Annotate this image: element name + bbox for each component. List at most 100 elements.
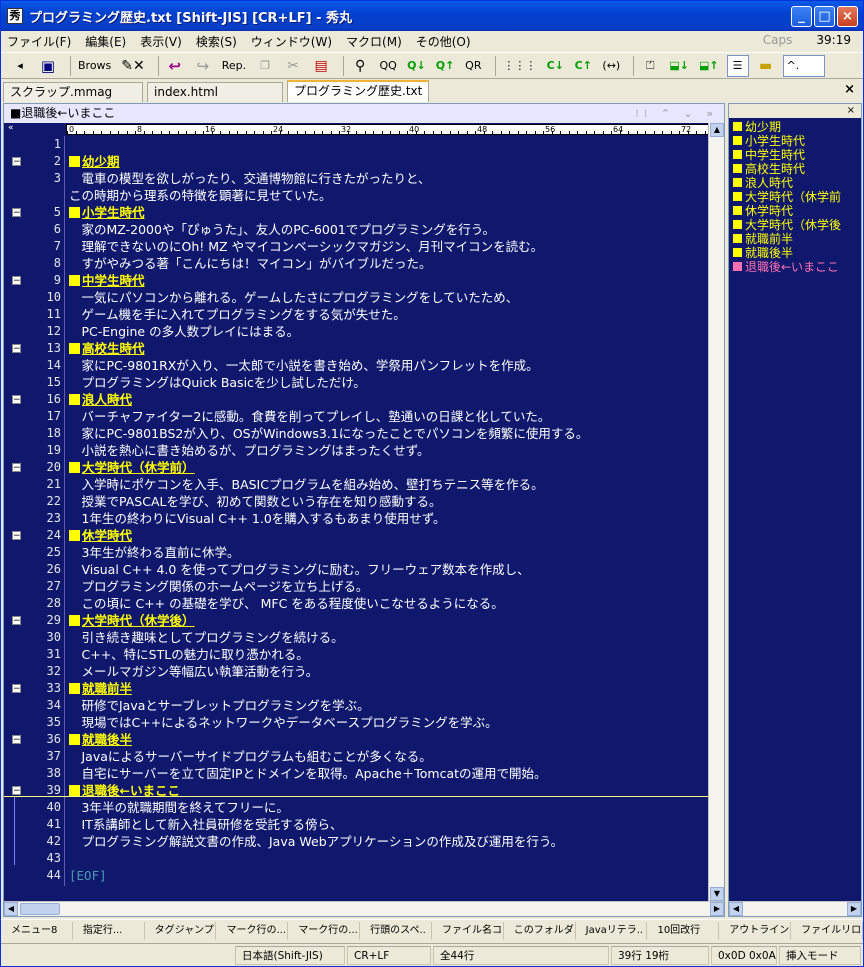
text-line[interactable]: 30 引き続き趣味としてプログラミングを続ける。 bbox=[4, 629, 708, 646]
text-line[interactable]: −29 大学時代（休学後） bbox=[4, 612, 708, 629]
text-line[interactable]: 11 ゲーム機を手に入れてプログラミングをする気が失せた。 bbox=[4, 306, 708, 323]
fkey-12[interactable]: ファイルリロード bbox=[791, 921, 863, 940]
fkey-5[interactable]: マーク行の... bbox=[288, 921, 361, 940]
text-line[interactable]: 7 理解できないのにOh! MZ やマイコンベーシックマガジン、月刊マイコンを読… bbox=[4, 238, 708, 255]
bracket-jump-icon[interactable]: (↔) bbox=[600, 55, 622, 77]
paste-icon[interactable]: ▤ bbox=[310, 55, 332, 77]
outline-item[interactable]: 中学生時代 bbox=[733, 148, 805, 162]
scroll-down-icon[interactable]: ▼ bbox=[710, 887, 724, 901]
menu-item-3[interactable]: 検索(S) bbox=[196, 33, 237, 50]
outline-icon[interactable]: ☰ bbox=[726, 54, 749, 77]
close-button[interactable]: × bbox=[837, 6, 858, 27]
text-line[interactable]: 18 家にPC-9801BS2が入り、OSがWindows3.1になったことでパ… bbox=[4, 425, 708, 442]
text-line[interactable]: 23 1年生の終わりにVisual C++ 1.0を購入するもあまり使用せず。 bbox=[4, 510, 708, 527]
text-line[interactable]: 8 すがやみつる著「こんにちは！マイコン」がバイブルだった。 bbox=[4, 255, 708, 272]
copy-icon[interactable]: ❐ bbox=[254, 55, 276, 77]
search-up-icon[interactable]: Q↑ bbox=[434, 55, 457, 77]
text-line[interactable]: 10 一気にパソコンから離れる。ゲームしたさにプログラミングをしていたため、 bbox=[4, 289, 708, 306]
redo-icon[interactable]: ↪ bbox=[192, 55, 214, 77]
text-line[interactable]: 28 この頃に C++ の基礎を学び、 MFC をある程度使いこなせるようになる… bbox=[4, 595, 708, 612]
text-line[interactable]: 31 C++、特にSTLの魅力に取り憑かれる。 bbox=[4, 646, 708, 663]
text-line[interactable]: 25 3年生が終わる直前に休学。 bbox=[4, 544, 708, 561]
back-icon[interactable]: ◂ bbox=[9, 55, 31, 77]
outline-item[interactable]: 就職後半 bbox=[733, 246, 793, 260]
menu-item-5[interactable]: マクロ(M) bbox=[346, 33, 402, 50]
compare-up-icon[interactable]: C↑ bbox=[572, 55, 594, 77]
header-controls[interactable]: ⁝⁝ ⌃ ⌄ » bbox=[635, 104, 718, 123]
status-encoding[interactable]: 日本語(Shift-JIS) bbox=[235, 945, 345, 965]
outline-item[interactable]: 浪人時代 bbox=[733, 176, 793, 190]
menu-item-4[interactable]: ウィンドウ(W) bbox=[251, 33, 332, 50]
scroll-up-icon[interactable]: ▲ bbox=[710, 123, 724, 137]
text-line[interactable]: −20 大学時代（休学前） bbox=[4, 459, 708, 476]
title-bar[interactable]: 秀 プログラミング歴史.txt [Shift-JIS] [CR+LF] - 秀丸… bbox=[1, 1, 863, 31]
replace-button[interactable]: Rep. bbox=[220, 55, 248, 77]
text-line[interactable]: 1 bbox=[4, 136, 708, 153]
outline-item[interactable]: 休学時代 bbox=[733, 204, 793, 218]
text-line[interactable]: 37 Javaによるサーバーサイドプログラムも組むことが多くなる。 bbox=[4, 748, 708, 765]
fkey-2[interactable]: 指定行... bbox=[73, 921, 145, 940]
search-down-icon[interactable]: Q↓ bbox=[405, 55, 428, 77]
text-line[interactable]: 34 研修でJavaとサーブレットプログラミングを学ぶ。 bbox=[4, 697, 708, 714]
compare-down-icon[interactable]: C↓ bbox=[544, 55, 566, 77]
fkey-8[interactable]: このフォルダ.. bbox=[504, 921, 576, 940]
text-line[interactable]: 41 IT系講師として新入社員研修を受託する傍ら、 bbox=[4, 816, 708, 833]
text-line[interactable]: 6 家のMZ-2000や「ぴゅうた」、友人のPC-6001でプログラミングを行う… bbox=[4, 221, 708, 238]
multi-search-icon[interactable]: QQ bbox=[377, 55, 399, 77]
outline-hscrollbar[interactable]: ◀ ▶ bbox=[729, 901, 861, 916]
text-line[interactable]: 27 プログラミング関係のホームページを立ち上げる。 bbox=[4, 578, 708, 595]
scroll-left-icon[interactable]: ◀ bbox=[4, 902, 18, 916]
text-line[interactable]: 26 Visual C++ 4.0 を使ってプログラミングに励む。フリーウェア数… bbox=[4, 561, 708, 578]
tab-scrap[interactable]: スクラップ.mmag bbox=[3, 82, 143, 102]
outline-scroll-right-icon[interactable]: ▶ bbox=[847, 902, 861, 916]
menu-item-6[interactable]: その他(O) bbox=[416, 33, 471, 50]
minimize-button[interactable]: _ bbox=[791, 6, 812, 27]
tag-icon[interactable]: ⏍ bbox=[639, 55, 661, 77]
tab-index-html[interactable]: index.html bbox=[147, 82, 283, 102]
fkey-1[interactable]: メニュー8 bbox=[1, 921, 73, 940]
status-mode[interactable]: 挿入モード bbox=[779, 945, 861, 965]
text-line[interactable]: −5 小学生時代 bbox=[4, 204, 708, 221]
save-icon[interactable]: ▣ bbox=[37, 55, 59, 77]
fkey-10[interactable]: 10回改行 bbox=[647, 921, 720, 940]
text-area[interactable]: 1−2 幼少期 3 電車の模型を欲しがったり、交通博物館に行きたがったりと、 この時期… bbox=[4, 136, 708, 886]
horizontal-scrollbar[interactable]: ◀ ▶ bbox=[4, 901, 724, 916]
folder-icon[interactable]: ▬ bbox=[755, 55, 777, 77]
text-line[interactable]: この時期から理系の特徴を顕著に見せていた。 bbox=[4, 187, 708, 204]
fkey-6[interactable]: 行頭のスペ.. bbox=[360, 921, 432, 940]
cut-icon[interactable]: ✂ bbox=[282, 55, 304, 77]
text-line[interactable]: 22 授業でPASCALを学び、初めて関数という存在を知り感動する。 bbox=[4, 493, 708, 510]
text-line[interactable]: 17 バーチャファイター2に感動。食費を削ってプレイし、塾通いの日課と化していた… bbox=[4, 408, 708, 425]
editor-pane[interactable]: ■退職後←いまここ ⁝⁝ ⌃ ⌄ » « 0 8 16 24 32 40 48 56 64 72 … bbox=[3, 103, 725, 917]
outline-item[interactable]: 高校生時代 bbox=[733, 162, 805, 176]
undo-icon[interactable]: ↩ bbox=[164, 55, 186, 77]
fkey-4[interactable]: マーク行の... bbox=[216, 921, 289, 940]
outline-item[interactable]: 退職後←いまここ bbox=[733, 260, 839, 274]
menu-item-2[interactable]: 表示(V) bbox=[140, 33, 182, 50]
vertical-scrollbar[interactable]: ▲ ▼ bbox=[708, 123, 724, 901]
outline-scroll-left-icon[interactable]: ◀ bbox=[729, 902, 743, 916]
fkey-7[interactable]: ファイル名コ.. bbox=[432, 921, 504, 940]
text-line[interactable]: −36 就職後半 bbox=[4, 731, 708, 748]
tab-programming-history[interactable]: プログラミング歴史.txt bbox=[287, 80, 429, 102]
text-line[interactable]: 15 プログラミングはQuick Basicを少し試しただけ。 bbox=[4, 374, 708, 391]
pen-erase-icon[interactable]: ✎✕ bbox=[119, 55, 146, 77]
text-line[interactable]: 3 電車の模型を欲しがったり、交通博物館に行きたがったりと、 bbox=[4, 170, 708, 187]
outline-item[interactable]: 大学時代（休学前 bbox=[733, 190, 841, 204]
menu-item-1[interactable]: 編集(E) bbox=[85, 33, 126, 50]
text-line[interactable]: 38 自宅にサーバーを立て固定IPとドメインを取得。Apache＋Tomcatの… bbox=[4, 765, 708, 782]
text-line[interactable]: −33 就職前半 bbox=[4, 680, 708, 697]
status-newline[interactable]: CR+LF bbox=[347, 945, 431, 965]
fkey-9[interactable]: Javaリテラ.. bbox=[576, 921, 648, 940]
browse-button[interactable]: Brows bbox=[76, 55, 113, 77]
text-line[interactable]: −13 高校生時代 bbox=[4, 340, 708, 357]
outline-item[interactable]: 小学生時代 bbox=[733, 134, 805, 148]
fkey-11[interactable]: アウトライン.. bbox=[719, 921, 792, 940]
outline-close-icon[interactable]: × bbox=[847, 105, 855, 116]
text-line[interactable]: 12 PC-Engine の多人数プレイにはまる。 bbox=[4, 323, 708, 340]
grid-icon[interactable]: ⋮⋮⋮ bbox=[501, 55, 538, 77]
text-line[interactable]: −16 浪人時代 bbox=[4, 391, 708, 408]
outline-item[interactable]: 就職前半 bbox=[733, 232, 793, 246]
scroll-right-icon[interactable]: ▶ bbox=[710, 902, 724, 916]
outline-item[interactable]: 幼少期 bbox=[733, 120, 781, 134]
